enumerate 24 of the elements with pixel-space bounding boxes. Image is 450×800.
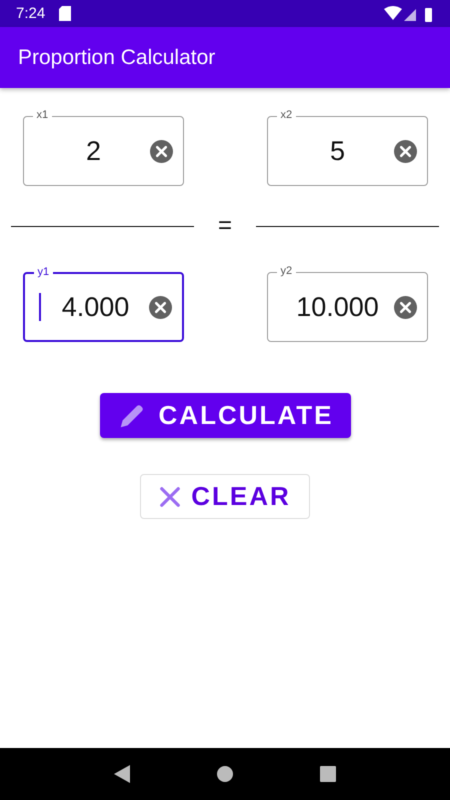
recents-icon[interactable] (320, 766, 336, 782)
field-value: 5 (328, 136, 346, 166)
status-time: 7:24 (16, 5, 46, 22)
clear-button[interactable]: CLEAR (140, 474, 310, 519)
close-icon (159, 486, 182, 508)
field-label: x1 (32, 109, 52, 121)
app-title: Proportion Calculator (18, 46, 216, 70)
status-icons (384, 6, 434, 22)
sd-card-icon (59, 6, 72, 21)
field-value: 4.000 (60, 292, 130, 322)
calculate-button[interactable]: CALCULATE (100, 393, 350, 438)
field-label: y2 (276, 265, 296, 277)
clear-icon[interactable] (394, 140, 416, 162)
home-icon[interactable] (216, 766, 233, 782)
equals-sign: = (216, 212, 233, 240)
field-label: y1 (34, 266, 54, 278)
back-icon[interactable] (114, 765, 130, 783)
text-cursor (38, 293, 40, 321)
clear-icon[interactable] (394, 296, 416, 318)
clear-icon[interactable] (150, 140, 172, 162)
field-label: x2 (276, 109, 296, 121)
field-value: 10.000 (295, 292, 380, 322)
field-value: 2 (84, 136, 102, 166)
clear-icon[interactable] (148, 296, 172, 318)
